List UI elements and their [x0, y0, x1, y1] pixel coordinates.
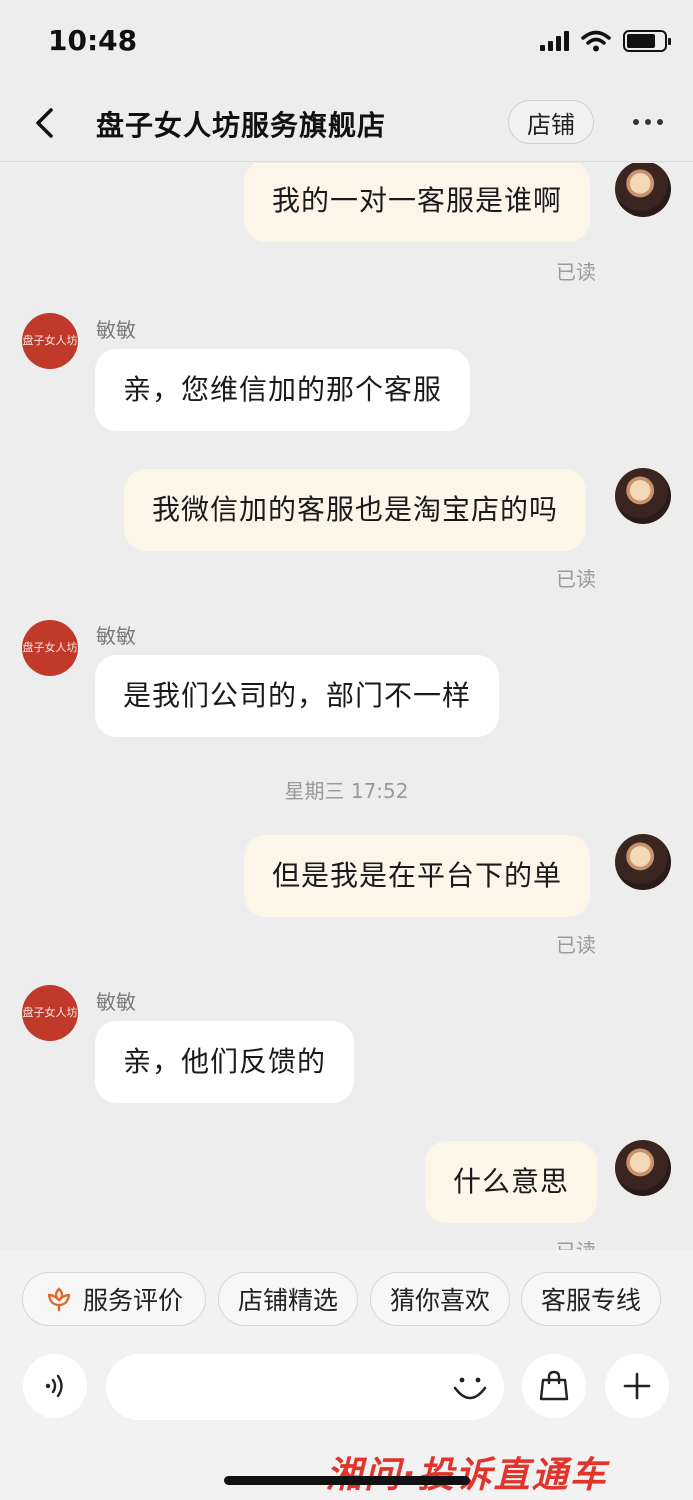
message-bubble-me[interactable]: 什么意思 [425, 1141, 598, 1223]
watermark: 湘问·投诉直通车 [326, 1446, 608, 1498]
user-avatar[interactable] [615, 1140, 671, 1196]
voice-button[interactable] [23, 1354, 87, 1418]
chip-label: 猜你喜欢 [389, 1286, 490, 1315]
message-bubble-me[interactable]: 但是我是在平台下的单 [244, 835, 591, 917]
message-bubble-me[interactable]: 我微信加的客服也是淘宝店的吗 [124, 469, 587, 551]
emoji-icon[interactable] [448, 1366, 492, 1410]
voice-icon [45, 1374, 63, 1398]
chip-label: 客服专线 [540, 1286, 641, 1315]
back-arrow-icon[interactable] [30, 106, 60, 140]
chip-service-hotline[interactable]: 客服专线 [521, 1272, 661, 1326]
cellular-signal-icon [540, 31, 569, 51]
read-status: 已读 [556, 260, 596, 284]
shop-avatar[interactable]: 盘子女人坊 [22, 313, 78, 369]
add-button[interactable] [605, 1354, 669, 1418]
read-status: 已读 [556, 1235, 596, 1250]
message-bubble-them[interactable]: 亲，他们反馈的 [95, 1021, 355, 1103]
user-avatar[interactable] [615, 468, 671, 524]
chat-timestamp: 星期三 17:52 [284, 779, 409, 803]
shop-avatar[interactable]: 盘子女人坊 [22, 985, 78, 1041]
message-input[interactable] [106, 1354, 504, 1420]
wifi-icon [581, 30, 611, 52]
flower-icon [47, 1287, 71, 1312]
shop-avatar[interactable]: 盘子女人坊 [22, 620, 78, 676]
message-bubble-them[interactable]: 是我们公司的，部门不一样 [95, 655, 500, 737]
shopping-bag-button[interactable] [522, 1354, 586, 1418]
home-indicator[interactable] [224, 1476, 470, 1485]
sender-name: 敏敏 [96, 624, 136, 648]
status-time: 10:48 [48, 24, 138, 57]
status-icons [540, 30, 671, 52]
quick-actions-bar: 服务评价 店铺精选 猜你喜欢 客服专线 [0, 1250, 693, 1348]
chip-label: 服务评价 [82, 1286, 183, 1315]
plus-icon [623, 1372, 651, 1400]
store-button[interactable]: 店铺 [508, 100, 594, 144]
chip-recommendations[interactable]: 猜你喜欢 [370, 1272, 510, 1326]
more-options-icon[interactable] [626, 110, 670, 134]
chat-title: 盘子女人坊服务旗舰店 [96, 109, 387, 142]
user-avatar[interactable] [615, 163, 671, 217]
message-bubble-them[interactable]: 亲，您维信加的那个客服 [95, 349, 471, 431]
sender-name: 敏敏 [96, 990, 136, 1014]
message-bubble-me[interactable]: 我的一对一客服是谁啊 [244, 163, 591, 242]
shopping-bag-icon [539, 1370, 569, 1401]
nav-bar: 盘子女人坊服务旗舰店 店铺 [0, 84, 693, 162]
battery-icon [623, 30, 671, 52]
chip-label: 店铺精选 [237, 1286, 338, 1315]
sender-name: 敏敏 [96, 318, 136, 342]
read-status: 已读 [556, 567, 596, 591]
user-avatar[interactable] [615, 834, 671, 890]
status-bar: 10:48 [0, 0, 693, 84]
chip-service-review[interactable]: 服务评价 [22, 1272, 206, 1326]
chat-area[interactable]: 我的一对一客服是谁啊 已读 盘子女人坊 敏敏 亲，您维信加的那个客服 我微信加的… [0, 163, 693, 1250]
chip-store-picks[interactable]: 店铺精选 [218, 1272, 358, 1326]
read-status: 已读 [556, 933, 596, 957]
